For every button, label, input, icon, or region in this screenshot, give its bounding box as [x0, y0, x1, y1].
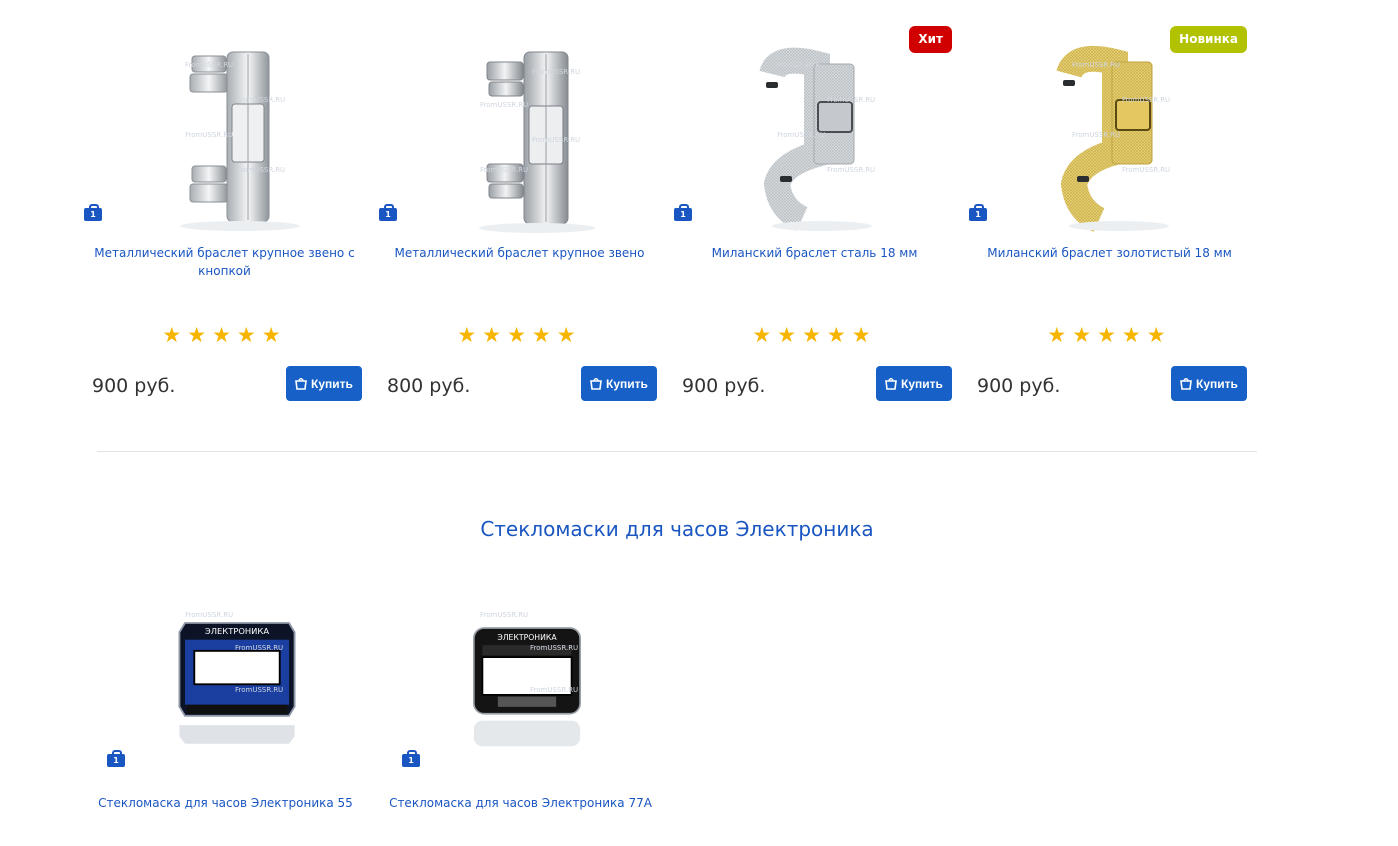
stock-indicator: 1 [969, 204, 987, 222]
watermark: FromUSSR.RU [530, 686, 579, 694]
watermark: FromUSSR.RU [532, 68, 581, 76]
product-image[interactable]: FromUSSR.RU FromUSSR.RU FromUSSR.RU From… [84, 26, 362, 241]
bracelet-image [479, 51, 595, 233]
product-image[interactable]: FromUSSR.RU FromUSSR.RU FromUSSR.RU From… [674, 26, 952, 241]
section-title[interactable]: Стекломаски для часов Электроника [0, 517, 1354, 541]
section-divider [97, 451, 1257, 452]
stock-indicator: 1 [379, 204, 397, 222]
product-title[interactable]: Металлический браслет крупное звено с кн… [87, 244, 362, 280]
product-image[interactable]: FromUSSR.RU FromUSSR.RU FromUSSR.RU From… [379, 26, 657, 241]
product-card: FromUSSR.RU FromUSSR.RU FromUSSR.RU From… [379, 26, 657, 411]
basket-icon [590, 377, 602, 390]
stock-indicator: 1 [402, 750, 420, 768]
buy-button[interactable]: Купить [876, 366, 952, 401]
rating-stars[interactable]: ★★★★★ [87, 323, 362, 347]
buy-button[interactable]: Купить [581, 366, 657, 401]
stock-count: 1 [674, 208, 692, 221]
product-card: ЭЛЕКТРОНИКА FromUSSR.RU FromUSSR.RU From… [389, 582, 680, 817]
watermark: FromUSSR.RU [480, 611, 529, 619]
watermark: FromUSSR.RU [530, 644, 579, 652]
rating-stars[interactable]: ★★★★★ [382, 323, 657, 347]
watermark: FromUSSR.RU [1122, 166, 1171, 174]
stock-count: 1 [402, 754, 420, 767]
product-card: FromUSSR.RU FromUSSR.RU FromUSSR.RU From… [969, 26, 1247, 411]
stock-count: 1 [969, 208, 987, 221]
watermark: FromUSSR.RU [235, 644, 284, 652]
watermark: FromUSSR.RU [237, 96, 286, 104]
svg-text:ЭЛЕКТРОНИКА: ЭЛЕКТРОНИКА [497, 633, 557, 642]
buy-button[interactable]: Купить [1171, 366, 1247, 401]
product-price: 900 руб. [977, 375, 1061, 397]
stock-indicator: 1 [107, 750, 125, 768]
basket-icon [295, 377, 307, 390]
buy-button-label: Купить [606, 376, 648, 391]
watermark: FromUSSR.RU [185, 61, 234, 69]
watermark: FromUSSR.RU [480, 166, 529, 174]
stock-indicator: 1 [674, 204, 692, 222]
product-card: FromUSSR.RU FromUSSR.RU FromUSSR.RU From… [674, 26, 952, 411]
basket-icon [1180, 377, 1192, 390]
watermark: FromUSSR.RU [185, 131, 234, 139]
product-card: FromUSSR.RU FromUSSR.RU FromUSSR.RU From… [84, 26, 362, 411]
buy-button-label: Купить [1196, 376, 1238, 391]
product-card: ЭЛЕКТРОНИКА FromUSSR.RU FromUSSR.RU From… [98, 582, 385, 817]
watermark: FromUSSR.RU [827, 166, 876, 174]
buy-button-label: Купить [901, 376, 943, 391]
hit-badge: Хит [909, 26, 952, 53]
product-title[interactable]: Металлический браслет крупное звено [382, 244, 657, 262]
watermark: FromUSSR.RU [777, 61, 826, 69]
buy-button-label: Купить [311, 376, 353, 391]
stock-count: 1 [379, 208, 397, 221]
product-title[interactable]: Стекломаска для часов Электроника 77А [383, 794, 658, 812]
product-title[interactable]: Стекломаска для часов Электроника 55 [88, 794, 363, 812]
product-image[interactable]: ЭЛЕКТРОНИКА FromUSSR.RU FromUSSR.RU From… [402, 582, 680, 772]
watermark: FromUSSR.RU [237, 166, 286, 174]
product-title[interactable]: Миланский браслет золотистый 18 мм [972, 244, 1247, 262]
product-price: 900 руб. [682, 375, 766, 397]
watermark: FromUSSR.RU [532, 136, 581, 144]
product-title[interactable]: Миланский браслет сталь 18 мм [677, 244, 952, 262]
rating-stars[interactable]: ★★★★★ [972, 323, 1247, 347]
svg-text:ЭЛЕКТРОНИКА: ЭЛЕКТРОНИКА [205, 626, 269, 636]
stock-indicator: 1 [84, 204, 102, 222]
stock-count: 1 [84, 208, 102, 221]
watermark: FromUSSR.RU [235, 686, 284, 694]
buy-button[interactable]: Купить [286, 366, 362, 401]
product-image[interactable]: ЭЛЕКТРОНИКА FromUSSR.RU FromUSSR.RU From… [107, 582, 385, 772]
watermark: FromUSSR.RU [777, 131, 826, 139]
watermark: FromUSSR.RU [827, 96, 876, 104]
product-image[interactable]: FromUSSR.RU FromUSSR.RU FromUSSR.RU From… [969, 26, 1247, 241]
watermark: FromUSSR.RU [1072, 61, 1121, 69]
product-price: 900 руб. [92, 375, 176, 397]
watermark: FromUSSR.RU [1122, 96, 1171, 104]
basket-icon [885, 377, 897, 390]
new-badge: Новинка [1170, 26, 1247, 53]
rating-stars[interactable]: ★★★★★ [677, 323, 952, 347]
product-price: 800 руб. [387, 375, 471, 397]
watermark: FromUSSR.RU [480, 101, 529, 109]
watermark: FromUSSR.RU [1072, 131, 1121, 139]
watermark: FromUSSR.RU [185, 611, 234, 619]
stock-count: 1 [107, 754, 125, 767]
